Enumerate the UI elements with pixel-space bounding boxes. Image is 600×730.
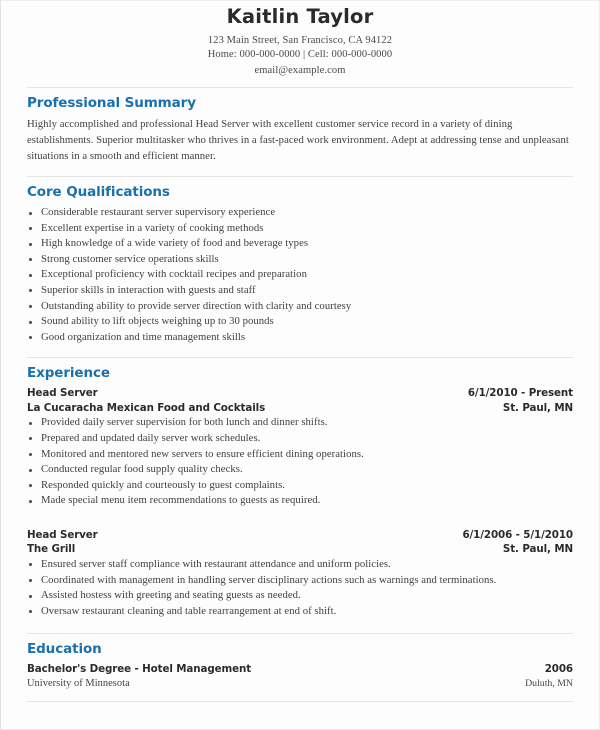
job-location: St. Paul, MN: [502, 401, 573, 414]
list-item: Assisted hostess with greeting and seati…: [27, 588, 573, 604]
job-responsibilities-list: Ensured server staff compliance with res…: [27, 557, 573, 619]
list-item: Ensured server staff compliance with res…: [27, 557, 573, 573]
job-company: The Grill: [27, 543, 76, 556]
job-responsibilities-list: Provided daily server supervision for bo…: [27, 415, 573, 509]
experience-entry-company-row: The Grill St. Paul, MN: [27, 542, 573, 557]
list-item: Provided daily server supervision for bo…: [27, 415, 573, 431]
divider-after-education: [27, 700, 573, 702]
section-title-experience: Experience: [27, 365, 110, 382]
education-year: 2006: [544, 663, 573, 676]
list-item: Outstanding ability to provide server di…: [27, 299, 573, 315]
job-company: La Cucaracha Mexican Food and Cocktails: [27, 401, 266, 414]
section-title-core-qualifications: Core Qualifications: [27, 184, 170, 200]
core-qualifications-list: Considerable restaurant server superviso…: [27, 205, 573, 345]
list-item: Excellent expertise in a variety of cook…: [27, 221, 573, 237]
list-item: Prepared and updated daily server work s…: [27, 431, 573, 447]
experience-entry-title-row: Head Server 6/1/2010 - Present: [27, 386, 573, 401]
section-title-education: Education: [27, 641, 102, 658]
candidate-address: 123 Main Street, San Francisco, CA 94122: [207, 35, 393, 46]
list-item: Exceptional proficiency with cocktail re…: [27, 267, 573, 283]
list-item: Good organization and time management sk…: [27, 330, 573, 346]
section-core-qualifications: Core Qualifications Considerable restaur…: [27, 177, 573, 345]
candidate-phones: Home: 000-000-0000 | Cell: 000-000-0000: [207, 49, 393, 60]
professional-summary-text: Highly accomplished and professional Hea…: [27, 118, 569, 162]
experience-entry-company-row: La Cucaracha Mexican Food and Cocktails …: [27, 401, 573, 416]
list-item: Sound ability to lift objects weighing u…: [27, 314, 573, 330]
experience-entry: Head Server 6/1/2010 - Present La Cucara…: [27, 386, 573, 509]
resume-page: Kaitlin Taylor 123 Main Street, San Fran…: [0, 0, 600, 730]
experience-entry: Head Server 6/1/2006 - 5/1/2010 The Gril…: [27, 528, 573, 619]
section-education: Education Bachelor's Degree - Hotel Mana…: [27, 634, 573, 691]
job-title: Head Server: [27, 387, 98, 400]
section-title-professional-summary: Professional Summary: [27, 95, 196, 111]
list-item: Strong customer service operations skill…: [27, 252, 573, 268]
list-item: Oversaw restaurant cleaning and table re…: [27, 604, 573, 620]
education-school-row: University of Minnesota Duluth, MN: [27, 677, 573, 691]
list-item: Monitored and mentored new servers to en…: [27, 447, 573, 463]
list-item: Conducted regular food supply quality ch…: [27, 462, 573, 478]
list-item: Considerable restaurant server superviso…: [27, 205, 573, 221]
job-title: Head Server: [27, 528, 98, 541]
candidate-name: Kaitlin Taylor: [226, 5, 374, 28]
education-degree-row: Bachelor's Degree - Hotel Management 200…: [27, 662, 573, 677]
list-item: Responded quickly and courteously to gue…: [27, 478, 573, 494]
education-location: Duluth, MN: [525, 677, 573, 689]
job-dates: 6/1/2010 - Present: [467, 387, 573, 400]
job-dates: 6/1/2006 - 5/1/2010: [462, 528, 573, 541]
experience-entry-title-row: Head Server 6/1/2006 - 5/1/2010: [27, 528, 573, 543]
education-entry: Bachelor's Degree - Hotel Management 200…: [27, 662, 573, 691]
list-item: Made special menu item recommendations t…: [27, 493, 573, 509]
list-item: Coordinated with management in handling …: [27, 573, 573, 589]
section-professional-summary: Professional Summary Highly accomplished…: [27, 88, 573, 164]
job-location: St. Paul, MN: [502, 543, 573, 556]
candidate-email: email@example.com: [254, 65, 346, 76]
education-degree: Bachelor's Degree - Hotel Management: [27, 663, 252, 676]
education-school: University of Minnesota: [27, 677, 130, 689]
section-experience: Experience Head Server 6/1/2010 - Presen…: [27, 358, 573, 619]
resume-header: Kaitlin Taylor 123 Main Street, San Fran…: [27, 1, 573, 78]
list-item: Superior skills in interaction with gues…: [27, 283, 573, 299]
list-item: High knowledge of a wide variety of food…: [27, 236, 573, 252]
